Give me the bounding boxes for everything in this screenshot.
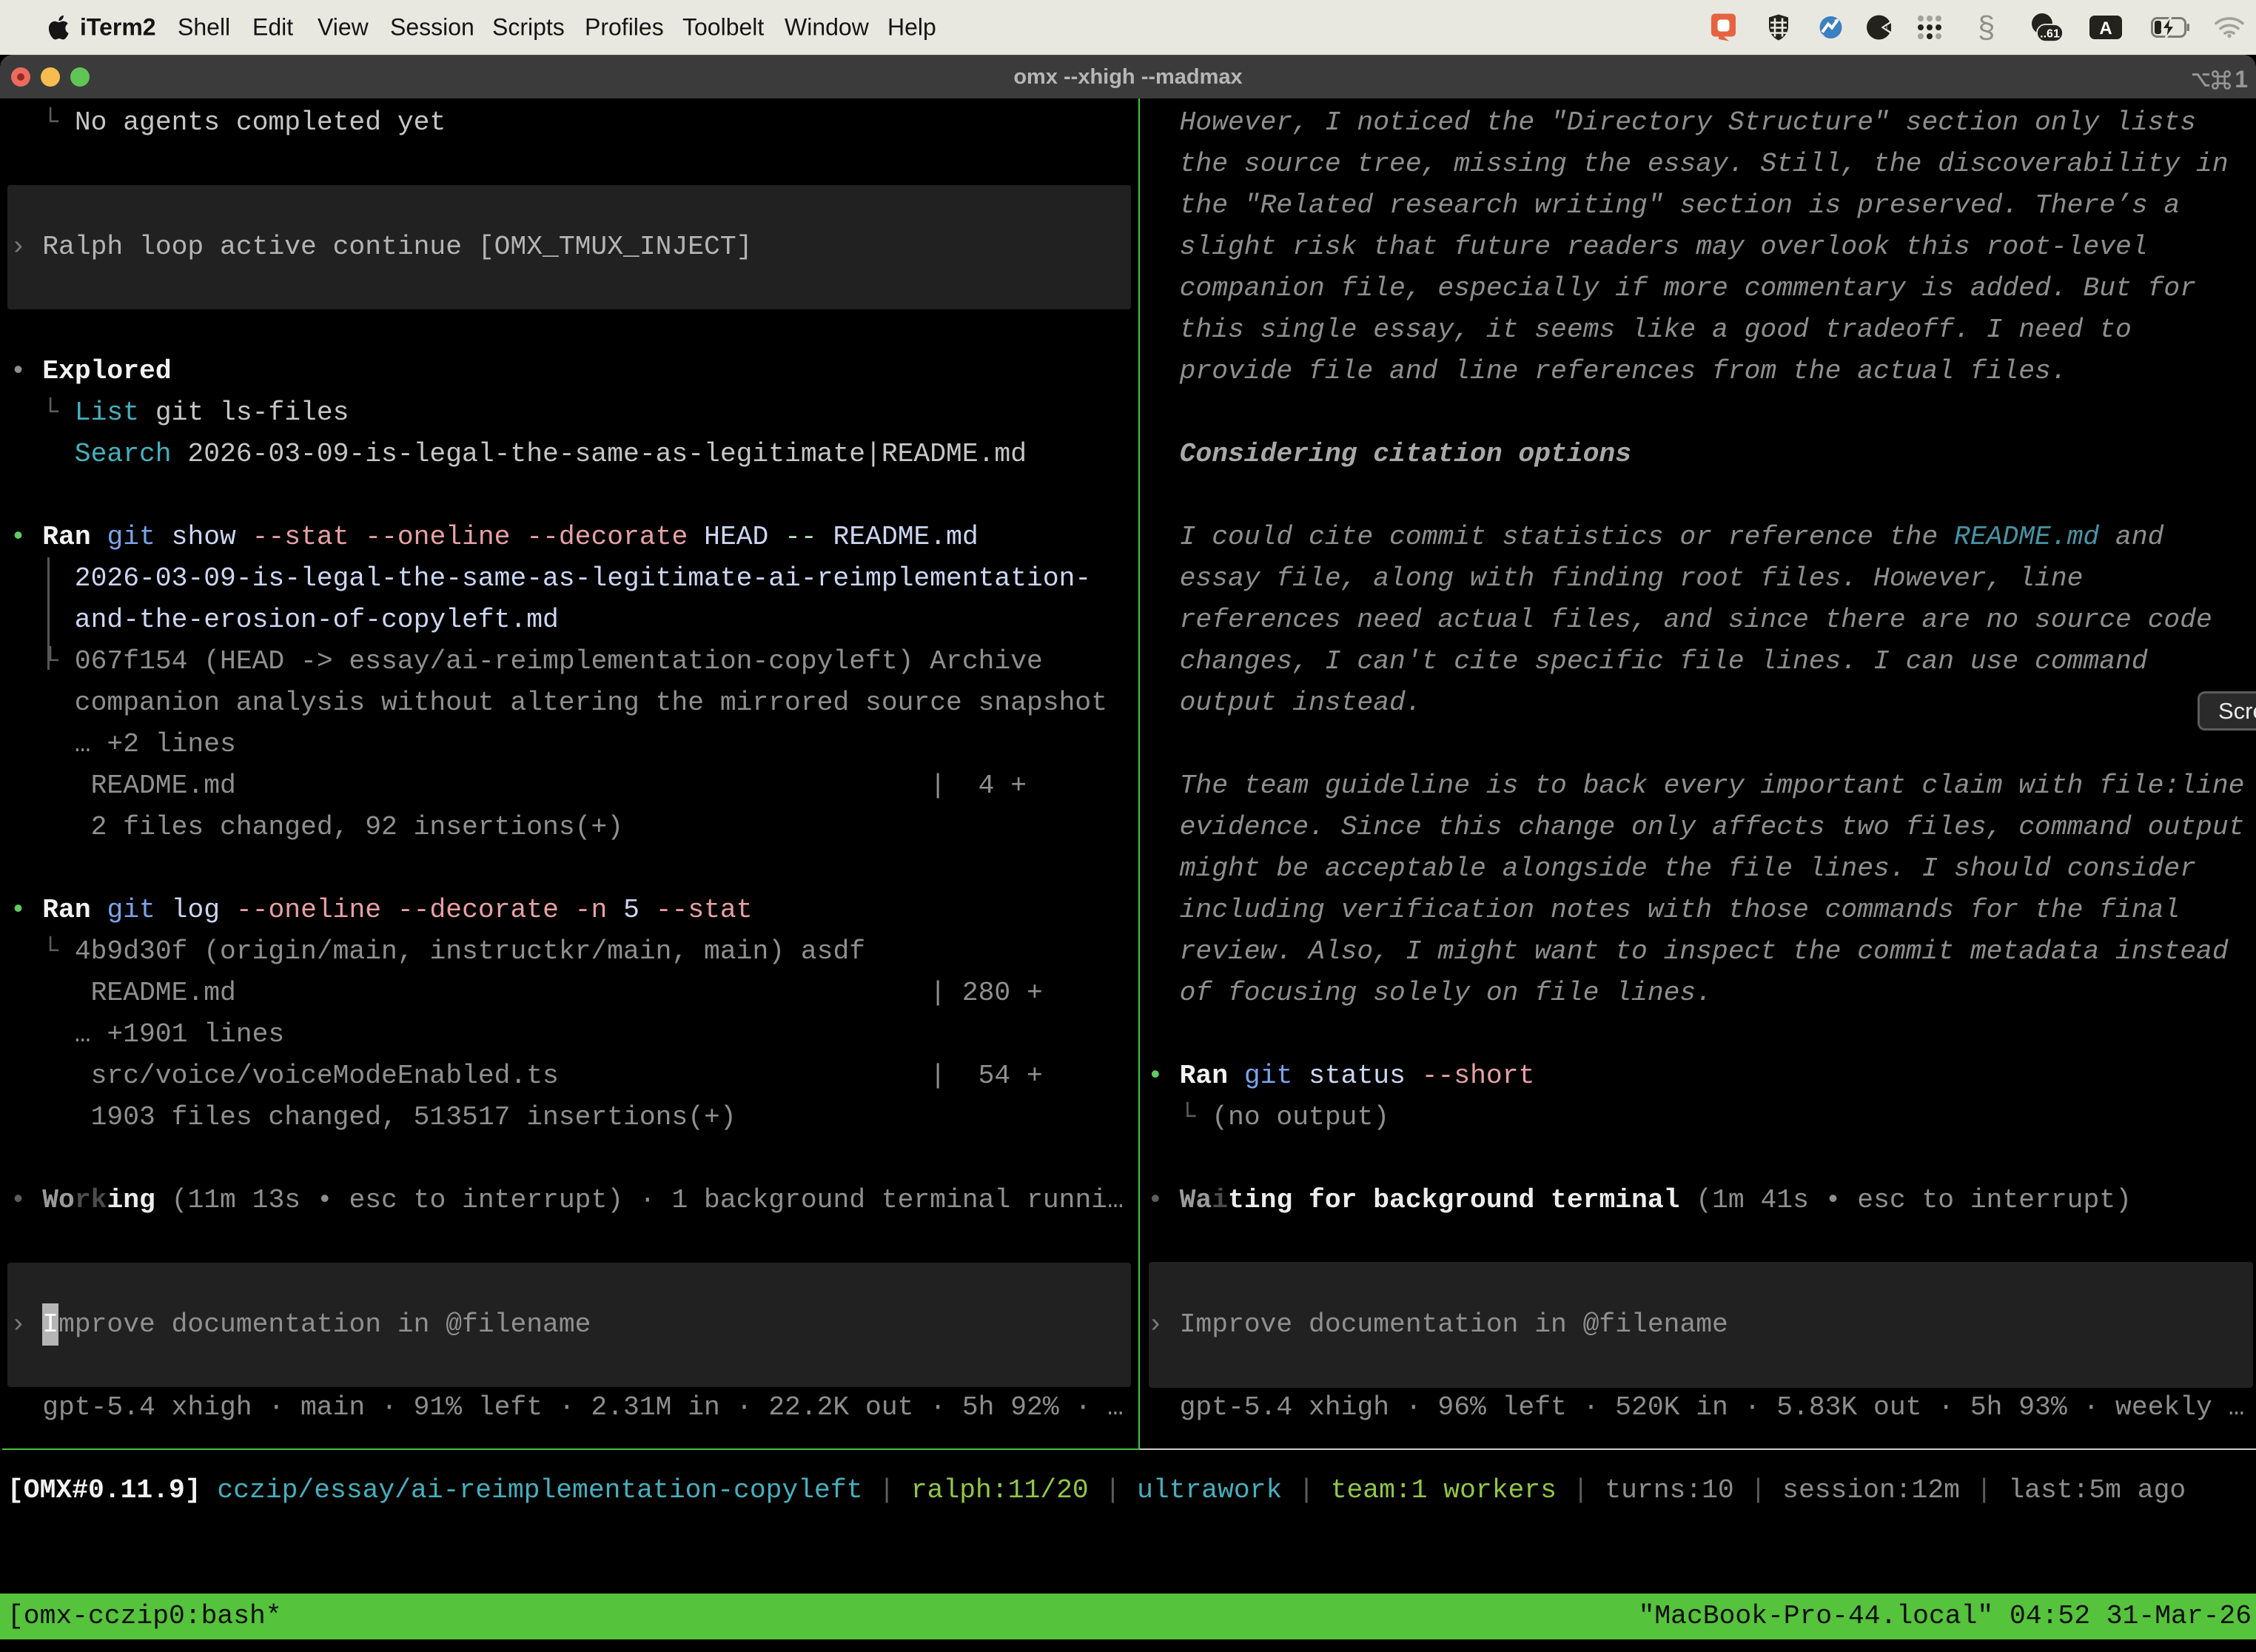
svg-text:..61: ..61 — [2040, 28, 2060, 41]
svg-text:A: A — [2099, 19, 2112, 38]
